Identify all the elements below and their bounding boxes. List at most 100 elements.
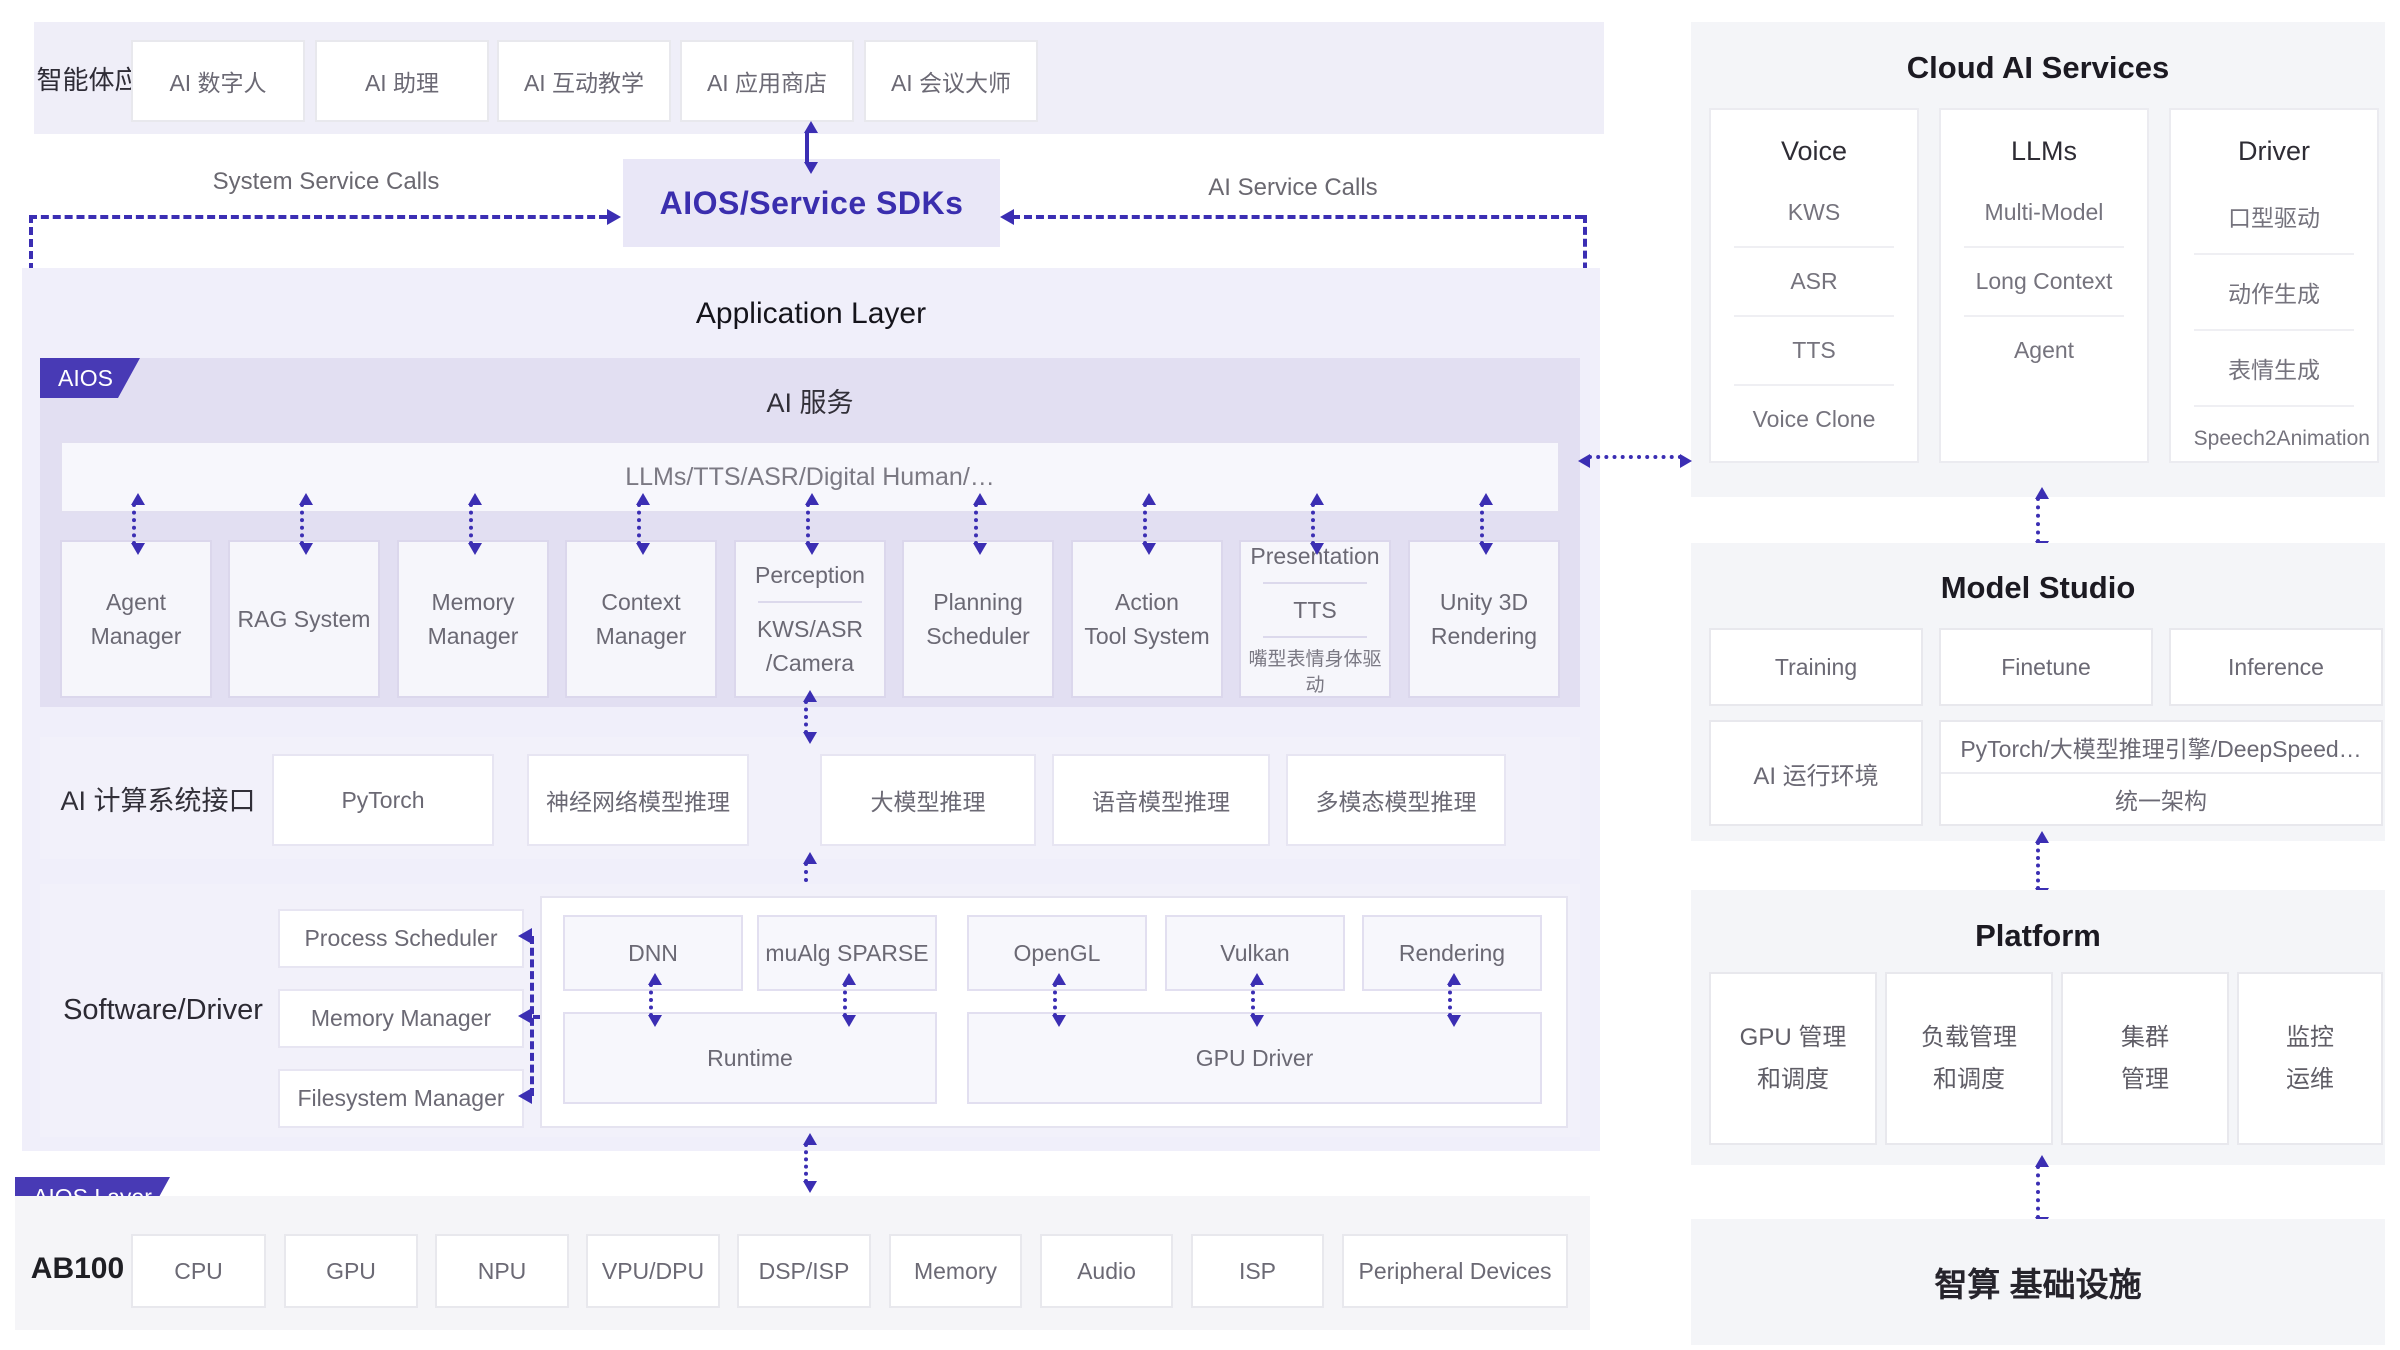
connector-cloud-studio bbox=[2036, 497, 2040, 543]
chip-label: AB100 bbox=[30, 1234, 125, 1304]
compute-label: 大模型推理 bbox=[871, 783, 986, 817]
connector-vulkan-gpu-driver bbox=[1251, 983, 1255, 1017]
platform-label: 和调度 bbox=[1757, 1059, 1829, 1101]
studio-box-finetune: Finetune bbox=[1939, 628, 2153, 706]
platform-box-monitoring-ops: 监控 运维 bbox=[2237, 972, 2383, 1145]
cloud-card-voice: Voice KWS ASR TTS Voice Clone bbox=[1709, 108, 1919, 463]
app-label: AI 互动教学 bbox=[524, 64, 644, 98]
module-rag-system: RAG System bbox=[228, 540, 380, 698]
hw-box-isp: ISP bbox=[1191, 1234, 1324, 1308]
software-box-filesystem-manager: Filesystem Manager bbox=[278, 1069, 524, 1128]
studio-box-runtime-env: AI 运行环境 bbox=[1709, 720, 1923, 826]
infra-panel: 智算 基础设施 bbox=[1691, 1219, 2385, 1345]
compute-box-nn-inference: 神经网络模型推理 bbox=[527, 754, 749, 846]
connector-bar-context-manager bbox=[637, 503, 641, 545]
cloud-item: Agent bbox=[1964, 315, 2125, 384]
connector-ai-services-cloud bbox=[1588, 455, 1682, 459]
cloud-item: ASR bbox=[1734, 246, 1895, 315]
module-label: Manager bbox=[428, 619, 519, 653]
module-label: Perception bbox=[755, 558, 865, 592]
hw-label: NPU bbox=[478, 1258, 527, 1285]
cloud-item: Multi-Model bbox=[1964, 179, 2125, 246]
module-label: Tool System bbox=[1084, 619, 1209, 653]
lib-label: OpenGL bbox=[1014, 940, 1101, 967]
hw-box-dsp-isp: DSP/ISP bbox=[737, 1234, 871, 1308]
cloud-item: 口型驱动 bbox=[2194, 179, 2355, 253]
module-action-tool-system: Action Tool System bbox=[1071, 540, 1223, 698]
hw-label: Audio bbox=[1077, 1258, 1136, 1285]
compute-box-llm-inference: 大模型推理 bbox=[820, 754, 1036, 846]
software-label: Filesystem Manager bbox=[297, 1085, 504, 1112]
lib-label: Rendering bbox=[1399, 940, 1505, 967]
module-perception: Perception KWS/ASR /Camera bbox=[734, 540, 886, 698]
connector-platform-infra bbox=[2036, 1165, 2040, 1219]
studio-label: Training bbox=[1775, 654, 1857, 681]
compute-box-speech-inference: 语音模型推理 bbox=[1052, 754, 1270, 846]
ai-service-calls-label: AI Service Calls bbox=[1163, 174, 1423, 202]
platform-box-load-scheduling: 负载管理 和调度 bbox=[1885, 972, 2053, 1145]
module-sublabel: 嘴型表情身体驱动 bbox=[1241, 647, 1389, 699]
model-studio-title: Model Studio bbox=[1691, 568, 2385, 608]
connector-mualg-runtime bbox=[843, 983, 847, 1017]
platform-label: 负载管理 bbox=[1921, 1017, 2017, 1059]
module-presentation: Presentation TTS 嘴型表情身体驱动 bbox=[1239, 540, 1391, 698]
platform-label: GPU 管理 bbox=[1740, 1017, 1847, 1059]
hw-label: GPU bbox=[326, 1258, 376, 1285]
module-label: Rendering bbox=[1431, 619, 1537, 653]
connector-bar-memory-manager bbox=[469, 503, 473, 545]
connector-rendering-gpu-driver bbox=[1448, 983, 1452, 1017]
hw-label: VPU/DPU bbox=[602, 1258, 704, 1285]
connector-bar-action-tool-system bbox=[1143, 503, 1147, 545]
cloud-card-driver: Driver 口型驱动 动作生成 表情生成 Speech2Animation bbox=[2169, 108, 2379, 463]
hw-label: DSP/ISP bbox=[759, 1258, 850, 1285]
hw-box-gpu: GPU bbox=[284, 1234, 418, 1308]
platform-title: Platform bbox=[1691, 916, 2385, 956]
module-label: Agent bbox=[106, 585, 166, 619]
studio-engine-label: PyTorch/大模型推理引擎/DeepSpeed… bbox=[1941, 722, 2381, 772]
connector-bar-rag-system bbox=[300, 503, 304, 545]
connector-bar-unity-3d bbox=[1480, 503, 1484, 545]
hw-box-peripheral-devices: Peripheral Devices bbox=[1342, 1234, 1568, 1308]
cloud-item: Speech2Animation bbox=[2194, 405, 2355, 471]
studio-label: Inference bbox=[2228, 654, 2324, 681]
cloud-card-title: LLMs bbox=[2011, 136, 2077, 167]
module-label: Manager bbox=[91, 619, 182, 653]
platform-box-cluster-management: 集群 管理 bbox=[2061, 972, 2229, 1145]
module-label: /Camera bbox=[766, 646, 854, 680]
cloud-item: 动作生成 bbox=[2194, 253, 2355, 329]
system-calls-line-horizontal bbox=[29, 215, 607, 219]
studio-box-inference: Inference bbox=[2169, 628, 2383, 706]
llms-bar-label: LLMs/TTS/ASR/Digital Human/… bbox=[625, 463, 995, 492]
cloud-item: TTS bbox=[1734, 315, 1895, 384]
compute-label: 神经网络模型推理 bbox=[546, 783, 730, 817]
connector-software-hardware bbox=[804, 1143, 808, 1183]
studio-label: Finetune bbox=[2001, 654, 2091, 681]
module-label: Manager bbox=[596, 619, 687, 653]
module-context-manager: Context Manager bbox=[565, 540, 717, 698]
hw-label: Peripheral Devices bbox=[1358, 1258, 1551, 1285]
connector-opengl-gpu-driver bbox=[1053, 983, 1057, 1017]
cloud-card-llms: LLMs Multi-Model Long Context Agent bbox=[1939, 108, 2149, 463]
lib-label: muAlg SPARSE bbox=[765, 940, 928, 967]
ai-services-title: AI 服务 bbox=[40, 384, 1580, 416]
hw-box-cpu: CPU bbox=[131, 1234, 266, 1308]
connector-bar-planning-scheduler bbox=[974, 503, 978, 545]
divider bbox=[1263, 582, 1367, 584]
runtime-label: Runtime bbox=[707, 1045, 793, 1072]
app-label: AI 数字人 bbox=[169, 64, 266, 98]
module-planning-scheduler: Planning Scheduler bbox=[902, 540, 1054, 698]
system-calls-arrowhead-sdk bbox=[607, 209, 621, 225]
app-box-interactive-teaching: AI 互动教学 bbox=[497, 40, 671, 122]
cloud-item: 表情生成 bbox=[2194, 329, 2355, 405]
divider bbox=[1263, 636, 1367, 638]
gpu-driver-label: GPU Driver bbox=[1196, 1045, 1314, 1072]
platform-label: 监控 bbox=[2286, 1017, 2334, 1059]
app-box-assistant: AI 助理 bbox=[315, 40, 489, 122]
software-box-memory-manager: Memory Manager bbox=[278, 989, 524, 1048]
module-label: RAG System bbox=[238, 602, 371, 636]
cloud-services-title: Cloud AI Services bbox=[1691, 48, 2385, 88]
software-label: Memory Manager bbox=[311, 1005, 491, 1032]
studio-engine-block: PyTorch/大模型推理引擎/DeepSpeed… 统一架构 bbox=[1939, 720, 2383, 826]
module-memory-manager: Memory Manager bbox=[397, 540, 549, 698]
app-box-digital-human: AI 数字人 bbox=[131, 40, 305, 122]
